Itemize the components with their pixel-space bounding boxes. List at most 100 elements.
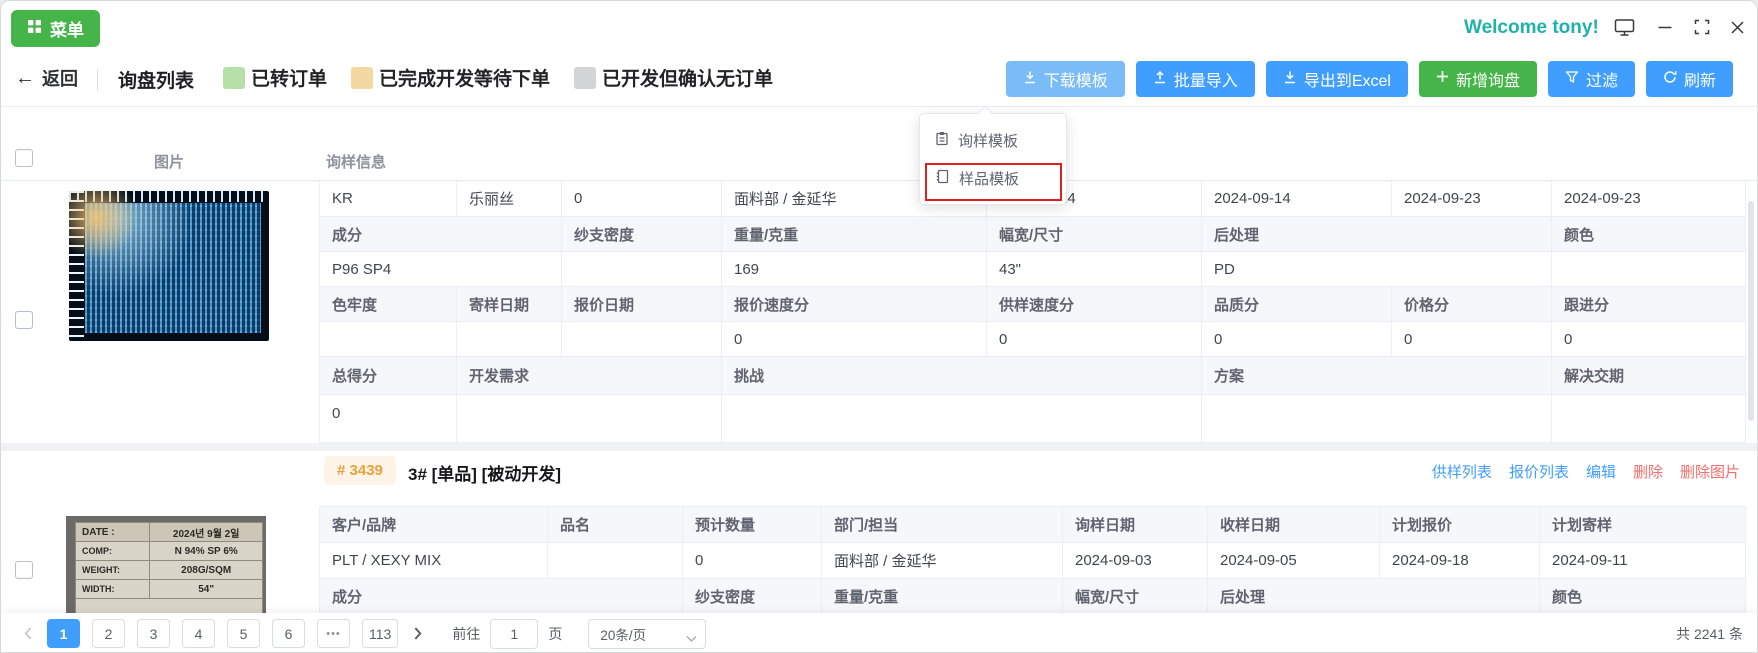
label-inquiry-date: 询样日期 (1063, 507, 1208, 543)
maximize-icon[interactable] (1689, 16, 1715, 38)
cell-weight: 169 (722, 252, 987, 287)
label-composition: 成分 (320, 217, 562, 252)
notebook-icon (935, 169, 950, 188)
legend-item-developed-waiting: 已完成开发等待下单 (351, 64, 550, 91)
close-icon[interactable] (1724, 16, 1750, 38)
filter-button[interactable]: 过滤 (1548, 61, 1635, 97)
table-row: 总得分 开发需求 挑战 方案 解决交期 (320, 357, 1746, 395)
quote-list-link[interactable]: 报价列表 (1509, 461, 1569, 482)
download-icon (1023, 70, 1037, 89)
record2-spec-photo[interactable]: DATE : 2024년 9월 2일 COMP: N 94% SP 6% WEI… (66, 516, 266, 621)
cell-receive-date: 2024-09-05 (1208, 543, 1380, 579)
download-icon (1283, 70, 1297, 89)
cell-total-score: 0 (320, 395, 457, 443)
list-header (1, 107, 1757, 181)
minimize-icon[interactable] (1652, 16, 1678, 38)
edit-link[interactable]: 编辑 (1586, 461, 1616, 482)
export-excel-button[interactable]: 导出到Excel (1266, 61, 1408, 97)
label-color-fastness: 色牢度 (320, 287, 457, 322)
column-header-image: 图片 (131, 151, 207, 172)
page-button-5[interactable]: 5 (227, 619, 260, 648)
record-id-badge: # 3439 (324, 456, 396, 485)
supply-list-link[interactable]: 供样列表 (1432, 461, 1492, 482)
table-row: 0 (320, 395, 1746, 443)
batch-import-button[interactable]: 批量导入 (1136, 61, 1255, 97)
record2-table: 客户/品牌 品名 预计数量 部门/担当 询样日期 收样日期 计划报价 计划寄样 … (319, 506, 1746, 615)
record2-checkbox[interactable] (15, 561, 33, 579)
cell-product-name: 乐丽丝 (457, 181, 562, 217)
dropdown-item-inquiry-template[interactable]: 询样模板 (920, 121, 1066, 159)
label-finishing: 后处理 (1202, 217, 1552, 252)
label-weight: 重量/克重 (822, 579, 1063, 615)
page-button-2[interactable]: 2 (92, 619, 125, 648)
record1-fabric-photo[interactable] (69, 191, 269, 341)
prev-page-button[interactable] (15, 619, 41, 648)
cell-delivery-solution (1552, 395, 1746, 443)
cell-yarn-density (562, 252, 722, 287)
page-button-1[interactable]: 1 (47, 619, 80, 648)
legend-swatch-gray (574, 67, 596, 89)
select-all-checkbox[interactable] (15, 149, 33, 167)
welcome-text: Welcome tony! (1464, 17, 1599, 39)
label-product-name: 品名 (548, 507, 683, 543)
upload-icon (1153, 70, 1167, 89)
label-width-size: 幅宽/尺寸 (1063, 579, 1208, 615)
label-expected-qty: 预计数量 (683, 507, 822, 543)
delete-image-link[interactable]: 删除图片 (1680, 461, 1740, 482)
cell-customer-brand: KR (320, 181, 457, 217)
cell-plan-sample: 2024-09-11 (1540, 543, 1746, 579)
page-button-4[interactable]: 4 (182, 619, 215, 648)
cell-department: 面料部 / 金延华 (822, 543, 1063, 579)
back-arrow-icon: ← (15, 67, 35, 90)
label-dev-requirement: 开发需求 (457, 357, 722, 395)
cell-receive-date: 2024-09-14 (1202, 181, 1392, 217)
label-send-sample-date: 寄样日期 (457, 287, 562, 322)
back-button[interactable]: ← 返回 (15, 65, 78, 91)
label-quote-date: 报价日期 (562, 287, 722, 322)
back-label: 返回 (42, 65, 78, 91)
goto-page-input[interactable] (490, 619, 538, 649)
page-button-3[interactable]: 3 (137, 619, 170, 648)
light-glow (69, 191, 141, 263)
menu-button[interactable]: 菜单 (11, 10, 100, 47)
chevron-down-icon (686, 631, 697, 646)
page-button-last[interactable]: 113 (362, 619, 398, 648)
cell-product-name (548, 543, 683, 579)
page-button-6[interactable]: 6 (272, 619, 305, 648)
page-size-select[interactable]: 20条/页 (588, 619, 706, 649)
display-monitor-icon[interactable] (1611, 16, 1637, 38)
label-color: 颜色 (1552, 217, 1746, 252)
toolbar: ← 返回 询盘列表 已转订单 已完成开发等待下单 已开发但确认无订单 下载模板 (1, 51, 1757, 107)
delete-link[interactable]: 删除 (1633, 461, 1663, 482)
dropdown-item-sample-template[interactable]: 样品模板 (920, 159, 1066, 197)
cell-quote-date (562, 322, 722, 357)
label-total-score: 总得分 (320, 357, 457, 395)
more-pages-button[interactable]: ••• (317, 619, 350, 648)
label-finishing: 后处理 (1208, 579, 1540, 615)
cell-plan-sample-date: 2024-09-23 (1552, 181, 1746, 217)
add-inquiry-button[interactable]: 新增询盘 (1419, 61, 1537, 97)
record-separator (1, 443, 1757, 451)
menu-button-label: 菜单 (50, 16, 84, 41)
label-customer-brand: 客户/品牌 (320, 507, 548, 543)
table-row: 色牢度 寄样日期 报价日期 报价速度分 供样速度分 品质分 价格分 跟进分 (320, 287, 1746, 322)
page-title: 询盘列表 (118, 66, 194, 93)
clipboard-icon (935, 131, 949, 150)
record1-table: KR 乐丽丝 0 面料部 / 金延华 2024-09-14 2024-09-14… (319, 181, 1746, 443)
table-row: 成分 纱支密度 重量/克重 幅宽/尺寸 后处理 颜色 (320, 217, 1746, 252)
cell-composition: P96 SP4 (320, 252, 562, 287)
spec-row-width: WIDTH: 54" (76, 580, 262, 599)
status-legend: 已转订单 已完成开发等待下单 已开发但确认无订单 (223, 64, 797, 91)
vertical-scrollbar-thumb[interactable] (1748, 201, 1754, 421)
cell-solution (1202, 395, 1552, 443)
next-page-button[interactable] (404, 619, 430, 648)
table-row: PLT / XEXY MIX 0 面料部 / 金延华 2024-09-03 20… (320, 543, 1746, 579)
label-department: 部门/担当 (822, 507, 1063, 543)
legend-item-no-order: 已开发但确认无订单 (574, 64, 773, 91)
download-template-button[interactable]: 下载模板 (1006, 61, 1125, 97)
label-plan-sample: 计划寄样 (1540, 507, 1746, 543)
refresh-button[interactable]: 刷新 (1646, 61, 1733, 97)
record1-checkbox[interactable] (15, 311, 33, 329)
table-row: 成分 纱支密度 重量/克重 幅宽/尺寸 后处理 颜色 (320, 579, 1746, 615)
label-weight: 重量/克重 (722, 217, 987, 252)
